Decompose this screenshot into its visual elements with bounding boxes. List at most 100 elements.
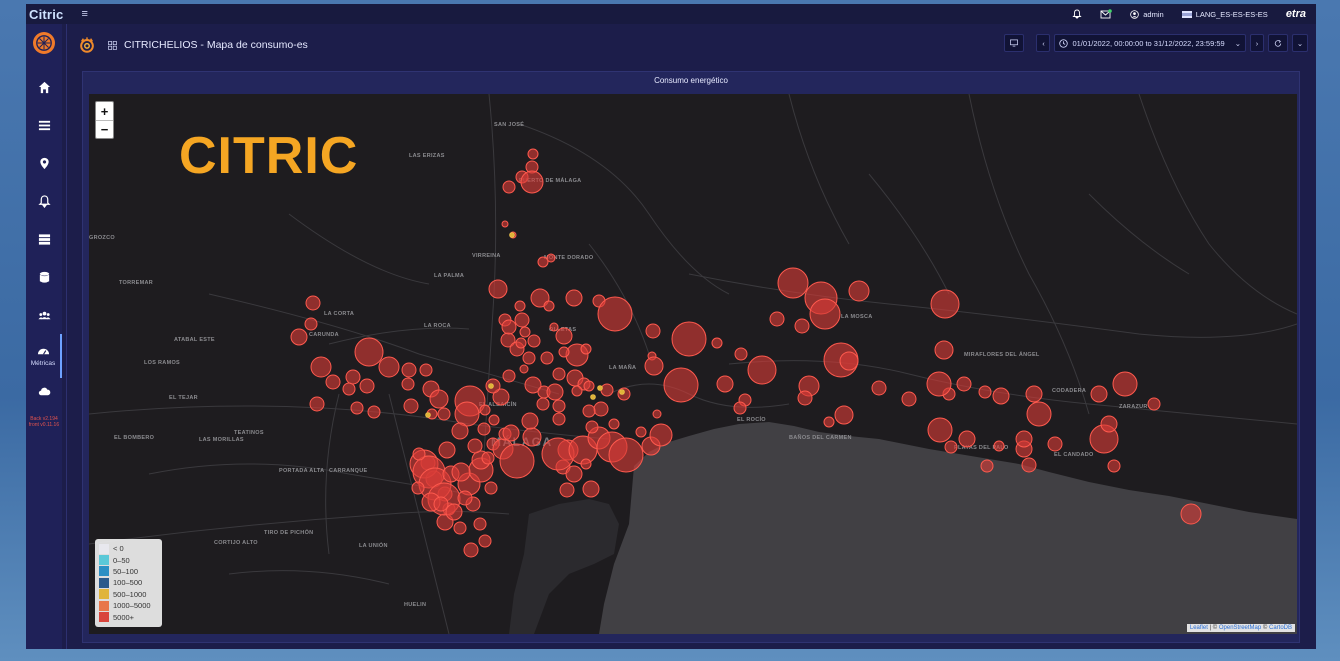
- consumption-marker[interactable]: [488, 383, 494, 389]
- consumption-marker[interactable]: [980, 459, 994, 473]
- consumption-marker[interactable]: [521, 412, 539, 430]
- consumption-marker[interactable]: [473, 517, 487, 531]
- consumption-marker[interactable]: [501, 319, 517, 335]
- consumption-marker[interactable]: [520, 170, 544, 194]
- consumption-marker[interactable]: [527, 148, 539, 160]
- sidebar-item-locations[interactable]: [26, 144, 62, 182]
- consumption-marker[interactable]: [619, 389, 625, 395]
- consumption-marker[interactable]: [425, 412, 431, 418]
- refresh-interval-dropdown[interactable]: ⌄: [1292, 34, 1308, 52]
- consumption-marker[interactable]: [944, 440, 958, 454]
- consumption-marker[interactable]: [451, 462, 471, 482]
- notifications-button[interactable]: [1072, 9, 1082, 19]
- time-range-picker[interactable]: 01/01/2022, 00:00:00 to 31/12/2022, 23:5…: [1054, 34, 1246, 52]
- consumption-marker[interactable]: [734, 347, 748, 361]
- consumption-marker[interactable]: [411, 481, 425, 495]
- consumption-marker[interactable]: [477, 422, 491, 436]
- refresh-button[interactable]: [1268, 34, 1288, 52]
- sidebar-item-home[interactable]: [26, 68, 62, 106]
- consumption-marker[interactable]: [565, 289, 583, 307]
- sidebar-item-servers[interactable]: [26, 220, 62, 258]
- consumption-marker[interactable]: [901, 391, 917, 407]
- consumption-marker[interactable]: [926, 371, 952, 397]
- consumption-marker[interactable]: [522, 351, 536, 365]
- consumption-marker[interactable]: [437, 407, 451, 421]
- consumption-marker[interactable]: [401, 377, 415, 391]
- time-shift-back-button[interactable]: ‹: [1036, 34, 1051, 52]
- consumption-marker[interactable]: [552, 412, 566, 426]
- consumption-marker[interactable]: [555, 327, 573, 345]
- consumption-marker[interactable]: [992, 387, 1010, 405]
- consumption-marker[interactable]: [515, 337, 527, 349]
- consumption-marker[interactable]: [350, 401, 364, 415]
- panel-title[interactable]: Consumo energético: [83, 76, 1299, 85]
- consumption-marker[interactable]: [1147, 397, 1161, 411]
- consumption-marker[interactable]: [1107, 459, 1121, 473]
- consumption-marker[interactable]: [378, 356, 400, 378]
- consumption-marker[interactable]: [522, 427, 542, 447]
- consumption-marker[interactable]: [671, 321, 707, 357]
- consumption-marker[interactable]: [644, 356, 664, 376]
- consumption-marker[interactable]: [419, 363, 433, 377]
- language-selector[interactable]: LANG_ES-ES-ES-ES: [1181, 10, 1268, 19]
- consumption-marker[interactable]: [1015, 430, 1033, 448]
- consumption-marker[interactable]: [488, 414, 500, 426]
- consumption-marker[interactable]: [794, 318, 810, 334]
- consumption-marker[interactable]: [645, 323, 661, 339]
- consumption-marker[interactable]: [590, 394, 596, 400]
- consumption-marker[interactable]: [711, 337, 723, 349]
- zoom-in-button[interactable]: +: [96, 102, 113, 120]
- consumption-marker[interactable]: [403, 398, 419, 414]
- sidebar-item-metrics[interactable]: Métricas: [26, 334, 62, 378]
- consumption-marker[interactable]: [304, 317, 318, 331]
- consumption-marker[interactable]: [509, 232, 515, 238]
- consumption-marker[interactable]: [585, 420, 599, 434]
- tv-mode-button[interactable]: [1004, 34, 1025, 52]
- consumption-marker[interactable]: [597, 296, 633, 332]
- consumption-marker[interactable]: [600, 383, 614, 397]
- consumption-marker[interactable]: [345, 369, 361, 385]
- consumption-marker[interactable]: [514, 312, 530, 328]
- consumption-marker[interactable]: [309, 396, 325, 412]
- consumption-marker[interactable]: [445, 503, 463, 521]
- consumption-marker[interactable]: [481, 451, 495, 465]
- consumption-marker[interactable]: [927, 417, 953, 443]
- consumption-marker[interactable]: [1021, 457, 1037, 473]
- consumption-marker[interactable]: [453, 521, 467, 535]
- consumption-marker[interactable]: [488, 279, 508, 299]
- consumption-marker[interactable]: [502, 424, 520, 442]
- consumption-marker[interactable]: [290, 328, 308, 346]
- consumption-marker[interactable]: [502, 369, 516, 383]
- consumption-marker[interactable]: [412, 447, 426, 461]
- consumption-marker[interactable]: [359, 378, 375, 394]
- consumption-marker[interactable]: [514, 300, 526, 312]
- messages-button[interactable]: [1100, 9, 1113, 19]
- grafana-logo-icon[interactable]: [78, 36, 96, 54]
- consumption-marker[interactable]: [463, 542, 479, 558]
- time-shift-forward-button[interactable]: ›: [1250, 34, 1264, 52]
- consumption-marker[interactable]: [519, 326, 531, 338]
- consumption-marker[interactable]: [571, 385, 583, 397]
- consumption-marker[interactable]: [451, 422, 469, 440]
- consumption-marker[interactable]: [597, 385, 603, 391]
- consumption-marker[interactable]: [467, 438, 483, 454]
- leaflet-link[interactable]: Leaflet: [1190, 625, 1208, 631]
- consumption-marker[interactable]: [934, 340, 954, 360]
- consumption-marker[interactable]: [733, 401, 747, 415]
- consumption-marker[interactable]: [502, 180, 516, 194]
- consumption-marker[interactable]: [958, 430, 976, 448]
- consumption-marker[interactable]: [608, 437, 644, 473]
- consumption-marker[interactable]: [429, 389, 449, 409]
- citric-orange-logo[interactable]: [33, 32, 55, 54]
- carto-link[interactable]: CartoDB: [1269, 625, 1292, 631]
- consumption-marker[interactable]: [769, 311, 785, 327]
- consumption-marker[interactable]: [580, 458, 592, 470]
- consumption-marker[interactable]: [536, 397, 550, 411]
- consumption-marker[interactable]: [546, 253, 556, 263]
- consumption-marker[interactable]: [367, 405, 381, 419]
- consumption-marker[interactable]: [552, 367, 566, 381]
- consumption-marker[interactable]: [433, 496, 449, 512]
- consumption-marker[interactable]: [1112, 371, 1138, 397]
- consumption-marker[interactable]: [527, 334, 541, 348]
- consumption-marker[interactable]: [484, 481, 498, 495]
